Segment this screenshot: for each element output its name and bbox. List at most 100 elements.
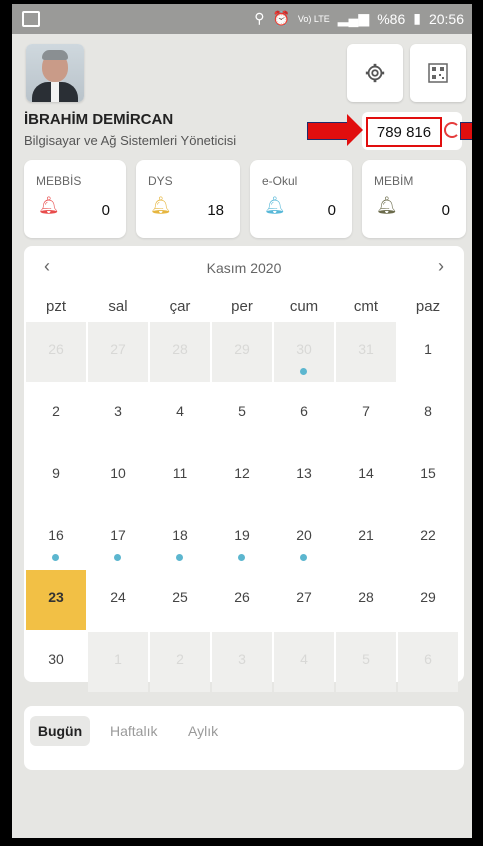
bell-icon: 🔔︎ (38, 196, 60, 215)
settings-button[interactable] (347, 44, 403, 102)
day-number: 4 (176, 403, 184, 419)
calendar-day[interactable]: 16 (26, 508, 86, 568)
calendar-day[interactable]: 29 (212, 322, 272, 382)
calendar-day[interactable]: 2 (150, 632, 210, 692)
notif-card-mebbis[interactable]: MEBBİS 🔔︎ 0 (24, 160, 126, 238)
day-number: 8 (424, 403, 432, 419)
calendar-day[interactable]: 26 (26, 322, 86, 382)
day-number: 21 (358, 527, 374, 543)
calendar-day[interactable]: 3 (212, 632, 272, 692)
calendar-day[interactable]: 1 (398, 322, 458, 382)
day-number: 29 (420, 589, 436, 605)
notif-card-eokul[interactable]: e-Okul 🔔︎ 0 (250, 160, 352, 238)
calendar-day-today[interactable]: 23 (26, 570, 86, 630)
bell-icon: 🔔︎ (264, 196, 286, 215)
calendar-day[interactable]: 29 (398, 570, 458, 630)
day-number: 17 (110, 527, 126, 543)
weekday-label: per (231, 298, 253, 315)
day-number: 3 (114, 403, 122, 419)
calendar-day[interactable]: 25 (150, 570, 210, 630)
day-number: 6 (424, 651, 432, 667)
notif-label: MEBBİS (36, 174, 82, 188)
calendar-day[interactable]: 6 (274, 384, 334, 444)
weekday-label: cum (289, 298, 319, 315)
day-number: 16 (48, 527, 64, 543)
calendar-day[interactable]: 21 (336, 508, 396, 568)
calendar-day[interactable]: 27 (274, 570, 334, 630)
day-number: 19 (234, 527, 250, 543)
calendar-day[interactable]: 22 (398, 508, 458, 568)
weekday-label: sal (108, 298, 128, 315)
day-number: 26 (48, 341, 64, 357)
location-icon: ⚲ (254, 10, 265, 26)
calendar-day[interactable]: 30 (274, 322, 334, 382)
avatar[interactable] (26, 44, 84, 102)
next-month-button[interactable]: › (438, 256, 444, 277)
day-number: 28 (358, 589, 374, 605)
qr-code-icon (428, 63, 448, 83)
day-number: 31 (358, 341, 374, 357)
calendar-day[interactable]: 19 (212, 508, 272, 568)
calendar-day[interactable]: 5 (212, 384, 272, 444)
calendar-day[interactable]: 4 (274, 632, 334, 692)
app-frame: ⚲ ⏰ Vo) LTE ▂▄▆ %86 ▮ 20:56 İBRAHİM DEMİ… (12, 4, 472, 838)
calendar-day[interactable]: 15 (398, 446, 458, 506)
calendar-day[interactable]: 26 (212, 570, 272, 630)
calendar-day[interactable]: 20 (274, 508, 334, 568)
tab-today[interactable]: Bugün (30, 716, 90, 746)
notif-card-mebim[interactable]: MEBİM 🔔︎ 0 (362, 160, 466, 238)
calendar-day[interactable]: 9 (26, 446, 86, 506)
day-number: 2 (176, 651, 184, 667)
calendar-header: ‹ Kasım 2020 › (24, 246, 464, 282)
day-number: 29 (234, 341, 250, 357)
notif-card-dys[interactable]: DYS 🔔︎ 18 (136, 160, 240, 238)
day-number: 20 (296, 527, 312, 543)
calendar-day[interactable]: 10 (88, 446, 148, 506)
calendar-day[interactable]: 12 (212, 446, 272, 506)
calendar-day[interactable]: 4 (150, 384, 210, 444)
signal-icon: ▂▄▆ (337, 10, 370, 26)
event-dot (176, 554, 183, 561)
user-role: Bilgisayar ve Ağ Sistemleri Yöneticisi (24, 133, 237, 148)
day-number: 1 (114, 651, 122, 667)
notif-count: 0 (101, 202, 110, 219)
calendar-day[interactable]: 18 (150, 508, 210, 568)
calendar-day[interactable]: 3 (88, 384, 148, 444)
calendar-day[interactable]: 8 (398, 384, 458, 444)
calendar-month-title: Kasım 2020 (206, 260, 282, 276)
gear-icon (365, 63, 385, 83)
calendar-day[interactable]: 6 (398, 632, 458, 692)
calendar-day[interactable]: 30 (26, 632, 86, 692)
day-number: 22 (420, 527, 436, 543)
calendar-day[interactable]: 1 (88, 632, 148, 692)
day-number: 28 (172, 341, 188, 357)
calendar-day[interactable]: 7 (336, 384, 396, 444)
calendar-day[interactable]: 24 (88, 570, 148, 630)
battery-percent: %86 (377, 10, 406, 27)
calendar-day[interactable]: 13 (274, 446, 334, 506)
tab-monthly[interactable]: Aylık (188, 716, 218, 746)
calendar: ‹ Kasım 2020 › pzt sal çar per cum cmt paz 26 27… (24, 246, 464, 692)
calendar-day[interactable]: 11 (150, 446, 210, 506)
day-number: 24 (110, 589, 126, 605)
calendar-day[interactable]: 5 (336, 632, 396, 692)
counter-value: 789 816 (366, 117, 442, 147)
gallery-icon (22, 11, 40, 27)
calendar-day[interactable]: 2 (26, 384, 86, 444)
calendar-day[interactable]: 28 (150, 322, 210, 382)
day-number: 3 (238, 651, 246, 667)
notif-count: 0 (327, 202, 336, 219)
notif-count: 18 (207, 202, 224, 219)
calendar-day[interactable]: 17 (88, 508, 148, 568)
calendar-day[interactable]: 14 (336, 446, 396, 506)
weekday-label: çar (169, 298, 191, 315)
annotation-arrow-left-head (347, 114, 363, 146)
qr-button[interactable] (410, 44, 466, 102)
day-number: 5 (238, 403, 246, 419)
refresh-spinner-icon[interactable] (444, 122, 460, 138)
tab-weekly[interactable]: Haftalık (110, 716, 157, 746)
calendar-day[interactable]: 31 (336, 322, 396, 382)
event-dot (300, 368, 307, 375)
calendar-day[interactable]: 28 (336, 570, 396, 630)
calendar-day[interactable]: 27 (88, 322, 148, 382)
